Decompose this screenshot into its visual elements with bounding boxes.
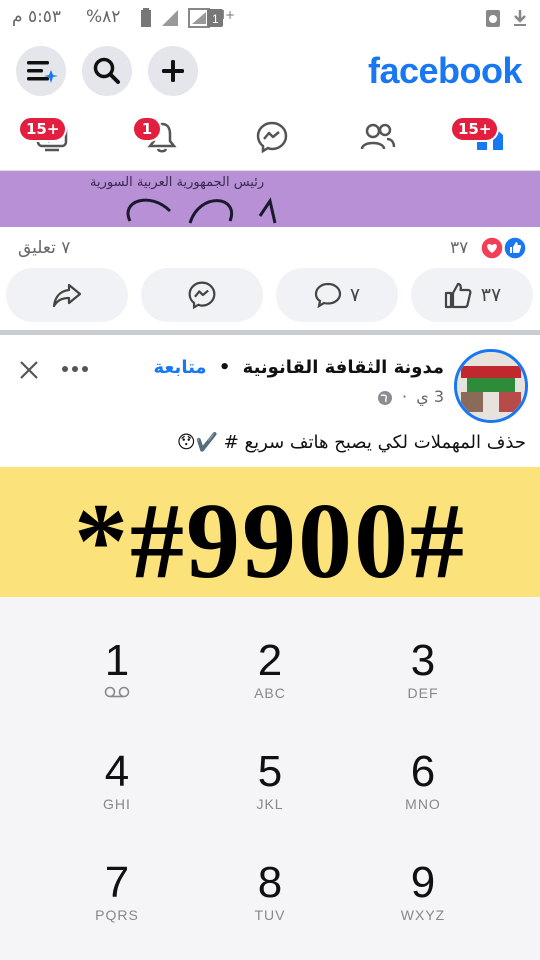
close-button[interactable] <box>18 359 40 385</box>
sim-icon: 1 <box>206 8 224 33</box>
send-messenger-button[interactable] <box>141 268 263 322</box>
action-bar: ٧ ٣٧ <box>0 268 540 324</box>
share-icon <box>52 283 82 308</box>
key-letters: ABC <box>254 685 286 701</box>
battery-icon <box>140 8 152 33</box>
page-avatar[interactable] <box>454 349 528 423</box>
svg-text:1: 1 <box>212 12 219 26</box>
dial-key-9[interactable]: 9 WXYZ <box>358 859 488 949</box>
menu-icon <box>27 61 58 83</box>
key-digit: 7 <box>104 858 130 907</box>
key-digit: 8 <box>257 858 283 907</box>
messenger-send-icon <box>188 281 216 310</box>
post-body-text: حذف المهملات لكي يصبح هاتف سريع # <box>223 432 526 453</box>
dial-key-4[interactable]: 4 GHI <box>52 748 182 838</box>
key-letters: MNO <box>405 796 441 812</box>
key-digit: 1 <box>104 636 130 685</box>
share-button[interactable] <box>6 268 128 322</box>
key-letters: JKL <box>256 796 284 812</box>
title-separator: • <box>218 357 231 378</box>
follow-link[interactable]: متابعة <box>153 357 206 378</box>
banner-code: *#9900# <box>74 482 466 601</box>
key-letters: PQRS <box>95 907 139 923</box>
close-icon <box>20 361 38 379</box>
post-title-line: مدونة الثقافة القانونية • متابعة <box>153 357 444 378</box>
thumbs-up-icon <box>444 282 472 309</box>
recycle-icon <box>484 8 502 33</box>
dial-key-6[interactable]: 6 MNO <box>358 748 488 838</box>
post-header: مدونة الثقافة القانونية • متابعة 3 ي · <box>0 335 540 425</box>
love-reaction-icon <box>480 236 504 265</box>
dialpad: 1 2 ABC 3 DEF 4 GHI 5 JKL 6 MNO 7 PQRS 8… <box>0 597 540 960</box>
more-icon <box>62 366 88 372</box>
key-letters: TUV <box>254 907 286 923</box>
voicemail-icon <box>52 685 182 701</box>
page-name[interactable]: مدونة الثقافة القانونية <box>243 357 444 378</box>
post-meta: 3 ي · <box>377 387 444 406</box>
key-letters: WXYZ <box>400 907 446 923</box>
dial-key-2[interactable]: 2 ABC <box>205 637 335 727</box>
nav-bar: 15+ 1 15+ <box>0 104 540 171</box>
meta-dot: · <box>402 387 408 406</box>
plus-icon <box>162 60 184 82</box>
status-bar: ٥:٥٣ م %٨٢ H+ 1 <box>0 0 540 36</box>
key-digit: 3 <box>410 636 436 685</box>
tab-messenger[interactable] <box>242 114 302 160</box>
tab-notifications[interactable]: 1 <box>132 114 192 160</box>
battery-percent: %٨٢ <box>86 7 121 27</box>
notifications-badge: 1 <box>132 116 162 142</box>
tab-home[interactable]: 15+ <box>450 114 520 160</box>
dial-key-5[interactable]: 5 JKL <box>205 748 335 838</box>
dial-key-7[interactable]: 7 PQRS <box>52 859 182 949</box>
home-badge: 15+ <box>450 116 500 142</box>
post-text: حذف المهملات لكي يصبح هاتف سريع # ✔️😯 <box>177 432 526 453</box>
key-digit: 9 <box>410 858 436 907</box>
key-digit: 5 <box>257 747 283 796</box>
key-digit: 2 <box>257 636 283 685</box>
post-time[interactable]: 3 ي <box>416 387 444 406</box>
download-icon <box>512 8 528 33</box>
video-badge: 15+ <box>18 116 68 142</box>
like-count: ٣٧ <box>480 284 502 306</box>
globe-icon <box>377 387 393 406</box>
messenger-icon <box>256 121 288 154</box>
menu-button[interactable] <box>16 46 66 96</box>
search-icon <box>93 57 120 84</box>
comment-button[interactable]: ٧ <box>276 268 398 322</box>
reactions-count[interactable]: ٣٧ <box>450 238 468 258</box>
signal-icon <box>160 8 180 33</box>
friends-icon <box>360 123 396 150</box>
comment-count: ٧ <box>349 284 361 306</box>
key-digit: 4 <box>104 747 130 796</box>
like-reaction-icon <box>503 236 527 265</box>
tab-video[interactable]: 15+ <box>18 114 82 160</box>
dial-key-8[interactable]: 8 TUV <box>205 859 335 949</box>
previous-post-image[interactable]: رئيس الجمهورية العربية السورية <box>0 171 540 227</box>
search-button[interactable] <box>82 46 132 96</box>
signature-drawing <box>126 197 277 224</box>
post-image-banner[interactable]: *#9900# <box>0 467 540 601</box>
top-bar: facebook <box>0 36 540 104</box>
create-button[interactable] <box>148 46 198 96</box>
facebook-logo[interactable]: facebook <box>368 50 523 92</box>
dial-key-3[interactable]: 3 DEF <box>358 637 488 727</box>
key-letters: DEF <box>407 685 439 701</box>
like-button[interactable]: ٣٧ <box>411 268 533 322</box>
post-emoji: ✔️😯 <box>176 432 219 453</box>
more-options-button[interactable] <box>60 359 90 383</box>
comment-icon <box>314 282 341 309</box>
key-digit: 6 <box>410 747 436 796</box>
tab-friends[interactable] <box>348 114 408 160</box>
status-time: ٥:٥٣ م <box>12 7 62 27</box>
dial-key-1[interactable]: 1 <box>52 637 182 727</box>
reactions-row: ٧ تعليق ٣٧ <box>0 230 540 266</box>
comments-count[interactable]: ٧ تعليق <box>18 238 70 258</box>
key-letters: GHI <box>103 796 131 812</box>
